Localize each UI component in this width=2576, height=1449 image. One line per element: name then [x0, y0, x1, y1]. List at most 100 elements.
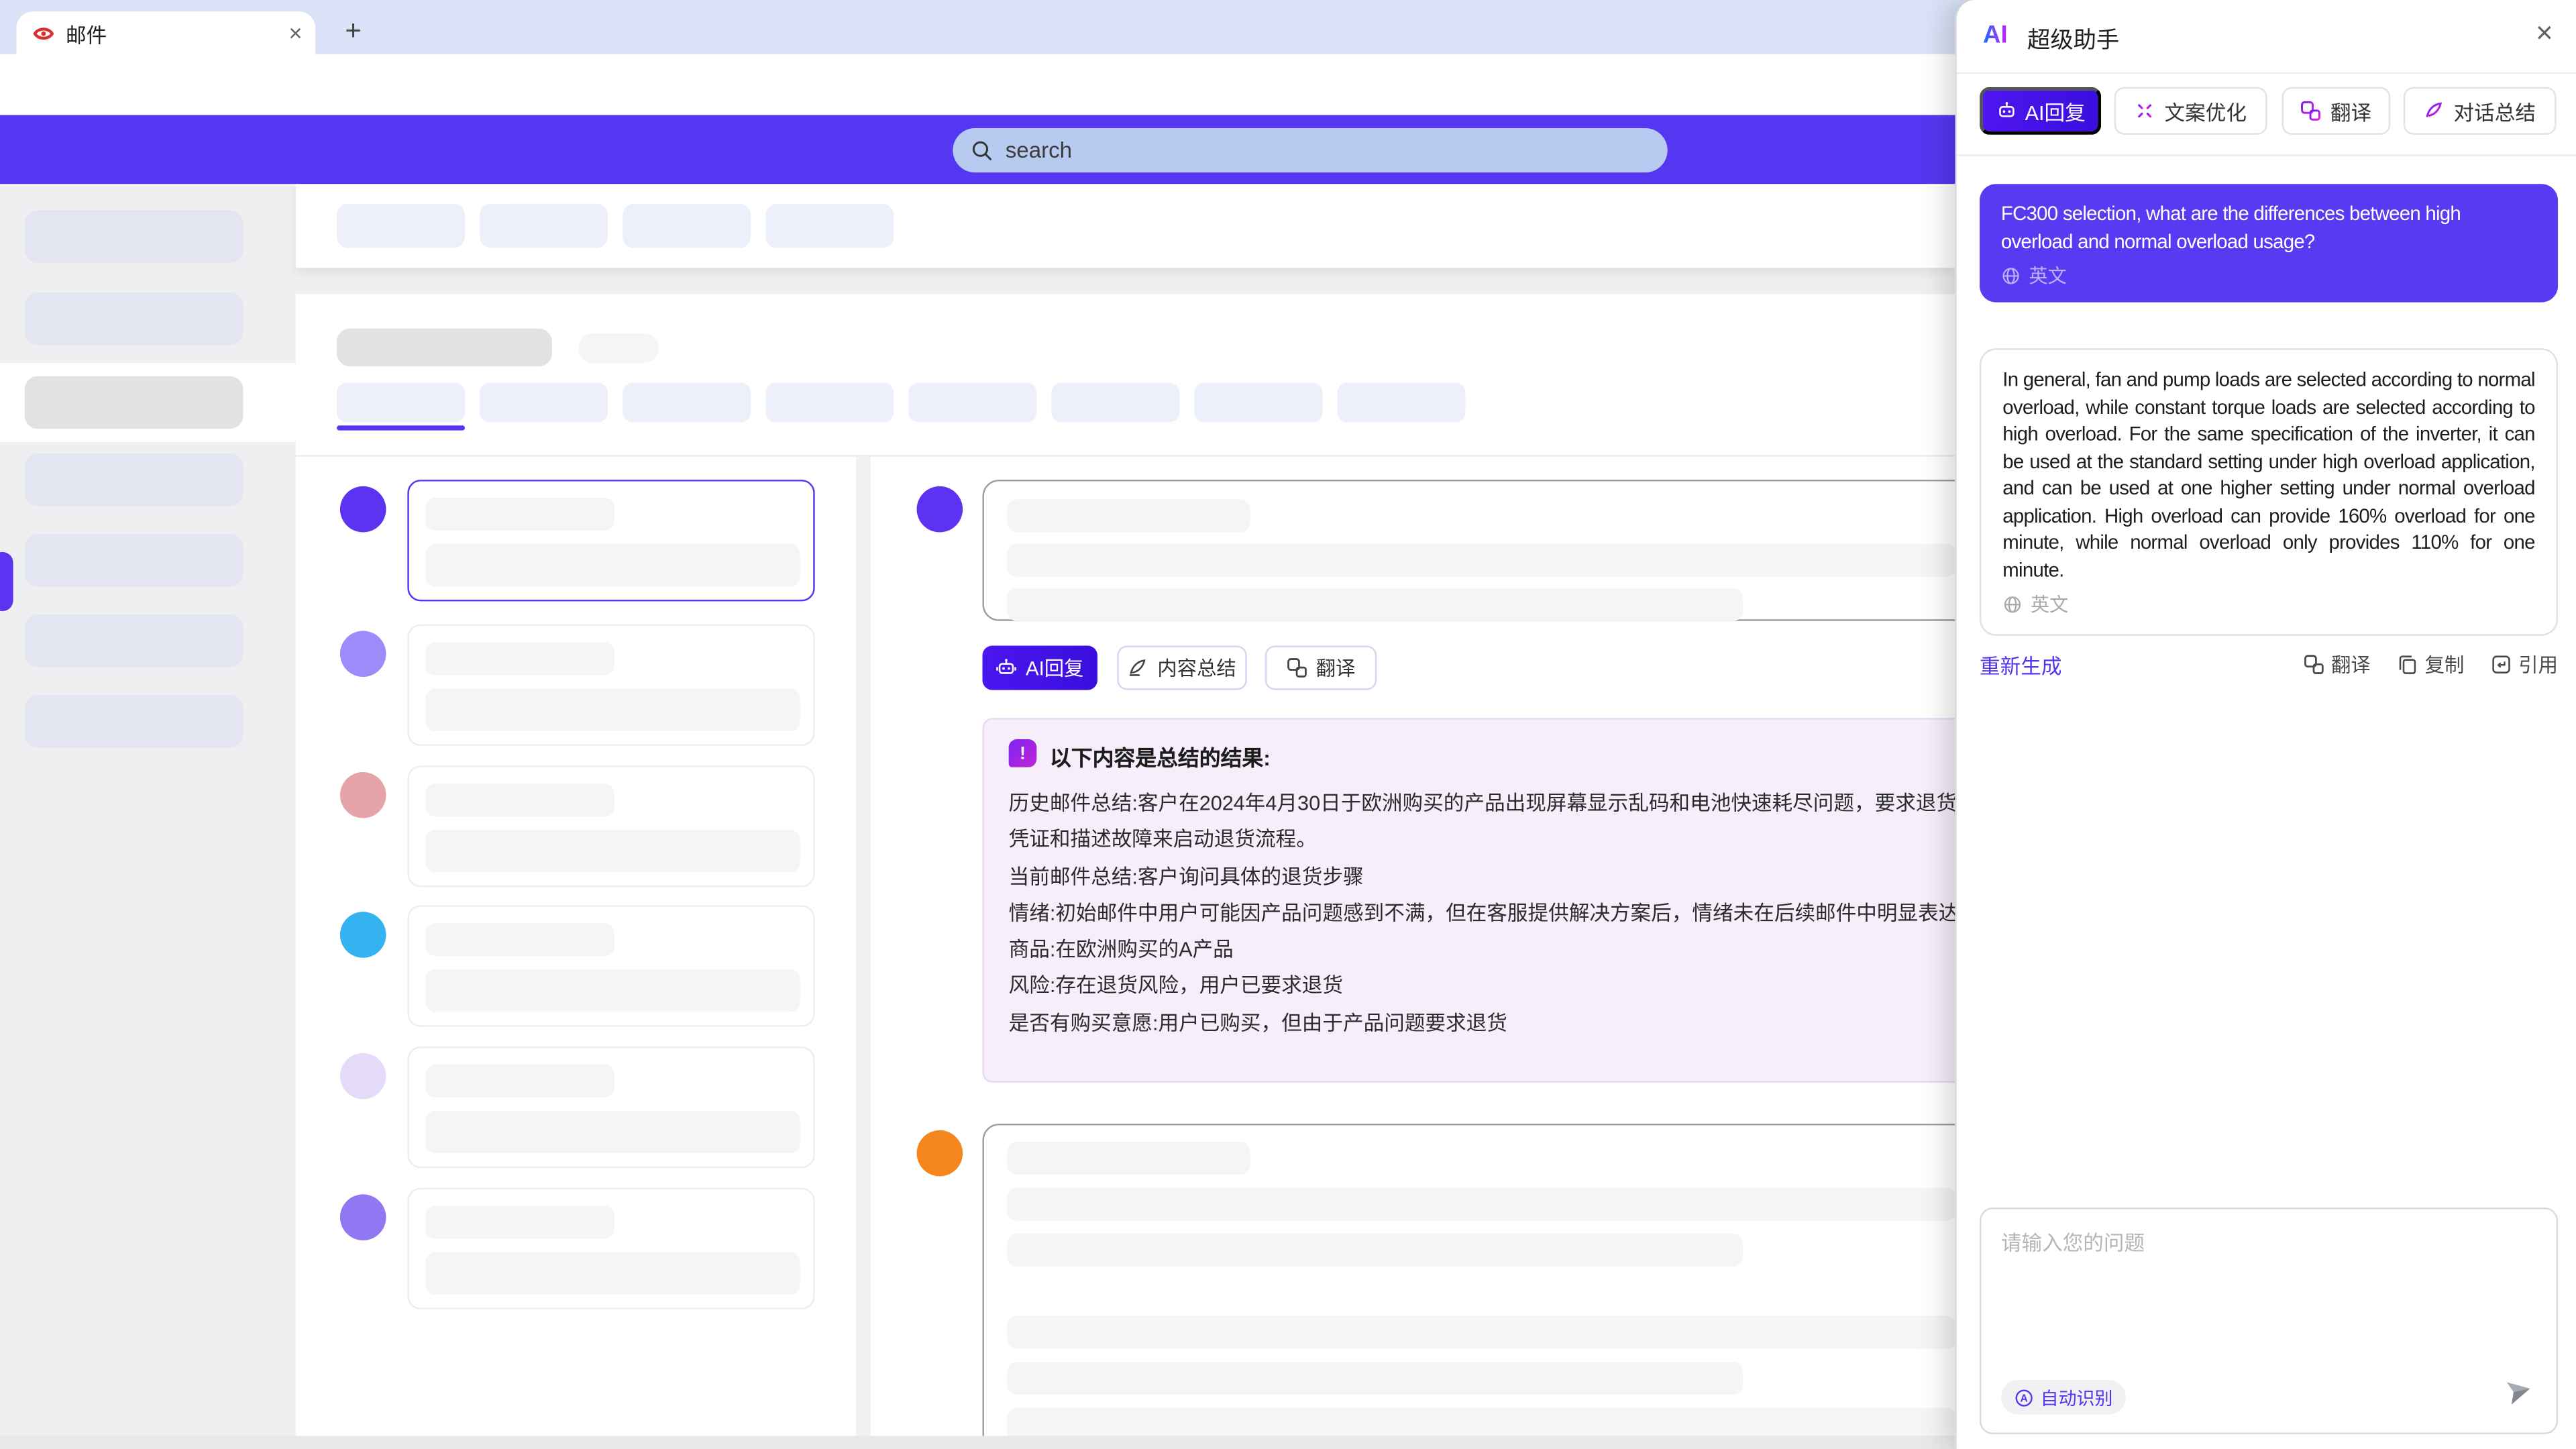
globe-icon — [2002, 595, 2022, 614]
sidebar-skeleton-item — [25, 695, 244, 747]
tab-label: 翻译 — [2330, 95, 2371, 127]
avatar — [340, 1053, 386, 1099]
tab-ai-reply[interactable]: AI回复 — [1980, 87, 2101, 135]
skeleton-line — [425, 1252, 800, 1295]
svg-text:A: A — [2021, 1392, 2028, 1403]
auto-detect-toggle[interactable]: A 自动识别 — [2001, 1380, 2126, 1414]
content-summary-label: 内容总结 — [1157, 654, 1236, 682]
quote-icon — [2491, 654, 2512, 676]
question-text: FC300 selection, what are the difference… — [2001, 201, 2536, 255]
page-title-skeleton — [337, 329, 552, 366]
skeleton-line — [1007, 588, 1743, 621]
email-list-item[interactable] — [407, 625, 814, 746]
question-input[interactable] — [1981, 1209, 2556, 1366]
tab-title: 邮件 — [66, 17, 289, 49]
new-tab-button[interactable]: + — [335, 13, 372, 50]
ai-logo: AI — [1983, 21, 2008, 50]
language-label: 英文 — [2029, 263, 2066, 289]
summary-result-box: ! 以下内容是总结的结果: 历史邮件总结:客户在2024年4月30日于欧洲购买的… — [982, 718, 1955, 1083]
ai-reply-button[interactable]: AI回复 — [982, 645, 1097, 690]
skeleton-line — [1007, 1234, 1743, 1267]
translate-icon — [2303, 654, 2324, 676]
question-input-box: A 自动识别 — [1980, 1208, 2558, 1434]
tab-skeleton — [1337, 383, 1465, 423]
tab-label: 文案优化 — [2164, 95, 2246, 127]
robot-icon — [996, 657, 1018, 679]
copy-icon — [2397, 654, 2418, 676]
action-label: 复制 — [2425, 651, 2465, 679]
skeleton-line — [1007, 544, 1955, 577]
spark-icon — [2135, 100, 2156, 121]
avatar — [917, 1130, 963, 1177]
skeleton-line — [425, 1065, 614, 1097]
skeleton-line — [1007, 1362, 1743, 1395]
regenerate-button[interactable]: 重新生成 — [1980, 649, 2061, 680]
email-list-item[interactable] — [407, 765, 814, 887]
skeleton-line — [425, 923, 614, 956]
active-tab-indicator — [337, 425, 465, 430]
alert-icon: ! — [1009, 739, 1037, 767]
close-icon[interactable]: × — [2536, 16, 2553, 50]
circled-a-icon: A — [2014, 1387, 2033, 1407]
skeleton-line — [425, 498, 614, 531]
email-list-item[interactable] — [407, 1046, 814, 1168]
tab-skeleton — [337, 383, 465, 423]
content-summary-button[interactable]: 内容总结 — [1117, 645, 1246, 690]
skeleton-line — [425, 1111, 800, 1154]
skeleton-line — [425, 969, 800, 1012]
globe-icon — [2001, 266, 2021, 286]
tab-skeleton — [1194, 383, 1322, 423]
search-icon — [969, 138, 994, 163]
email-list-item-selected[interactable] — [407, 480, 814, 601]
translate-action[interactable]: 翻译 — [2303, 651, 2370, 679]
summary-line: 商品:在欧洲购买的A产品 — [1009, 932, 1955, 969]
horizontal-scrollbar[interactable] — [0, 1436, 1955, 1449]
language-label: 英文 — [2031, 592, 2068, 618]
message-card — [982, 1124, 1955, 1449]
skeleton-line — [425, 1206, 614, 1239]
action-label: 引用 — [2518, 651, 2558, 679]
translate-button[interactable]: 翻译 — [1265, 645, 1377, 690]
sidebar-skeleton-item — [25, 453, 244, 506]
divider — [1957, 154, 2576, 156]
divider — [1957, 72, 2576, 74]
summary-line: 凭证和描述故障来启动退货流程。 — [1009, 822, 1955, 859]
skeleton-line — [425, 544, 800, 587]
action-label: 翻译 — [2331, 651, 2371, 679]
message-card — [982, 480, 1955, 621]
avatar — [340, 772, 386, 818]
tab-skeleton — [1051, 383, 1179, 423]
search-bar[interactable] — [953, 128, 1667, 172]
sidebar-skeleton-item — [25, 376, 244, 429]
send-icon[interactable] — [2502, 1374, 2538, 1417]
tab-close-icon[interactable]: × — [289, 21, 303, 44]
summary-line: 当前邮件总结:客户询问具体的退货步骤 — [1009, 859, 1955, 896]
translate-icon — [1287, 657, 1308, 679]
tab-conversation-summary[interactable]: 对话总结 — [2404, 87, 2557, 135]
skeleton-chip — [623, 204, 751, 248]
tab-translate[interactable]: 翻译 — [2282, 87, 2391, 135]
assistant-title: 超级助手 — [2027, 23, 2119, 56]
screen: 邮件 × + ← → ↻ cloudwalk.com — [0, 0, 2576, 1449]
tab-label: AI回复 — [2025, 95, 2086, 127]
browser-tab[interactable]: 邮件 × — [16, 11, 315, 54]
ai-reply-label: AI回复 — [1026, 654, 1084, 682]
avatar — [340, 912, 386, 958]
ai-answer-card: In general, fan and pump loads are selec… — [1980, 348, 2558, 636]
email-list-item[interactable] — [407, 905, 814, 1026]
list-scrollbar[interactable] — [856, 457, 871, 1449]
sidebar-item-selected[interactable] — [0, 363, 296, 442]
email-list-item[interactable] — [407, 1188, 814, 1309]
translate-label: 翻译 — [1316, 654, 1356, 682]
skeleton-chip — [337, 204, 465, 248]
avatar — [340, 486, 386, 533]
quote-action[interactable]: 引用 — [2491, 651, 2558, 679]
robot-icon — [1996, 100, 2017, 121]
tab-skeleton — [623, 383, 751, 423]
copy-action[interactable]: 复制 — [2397, 651, 2464, 679]
search-input[interactable] — [1006, 138, 1651, 163]
mail-favicon-icon — [33, 22, 54, 44]
tab-skeleton — [480, 383, 608, 423]
tab-copy-optimize[interactable]: 文案优化 — [2114, 87, 2267, 135]
auto-detect-label: 自动识别 — [2041, 1384, 2113, 1410]
